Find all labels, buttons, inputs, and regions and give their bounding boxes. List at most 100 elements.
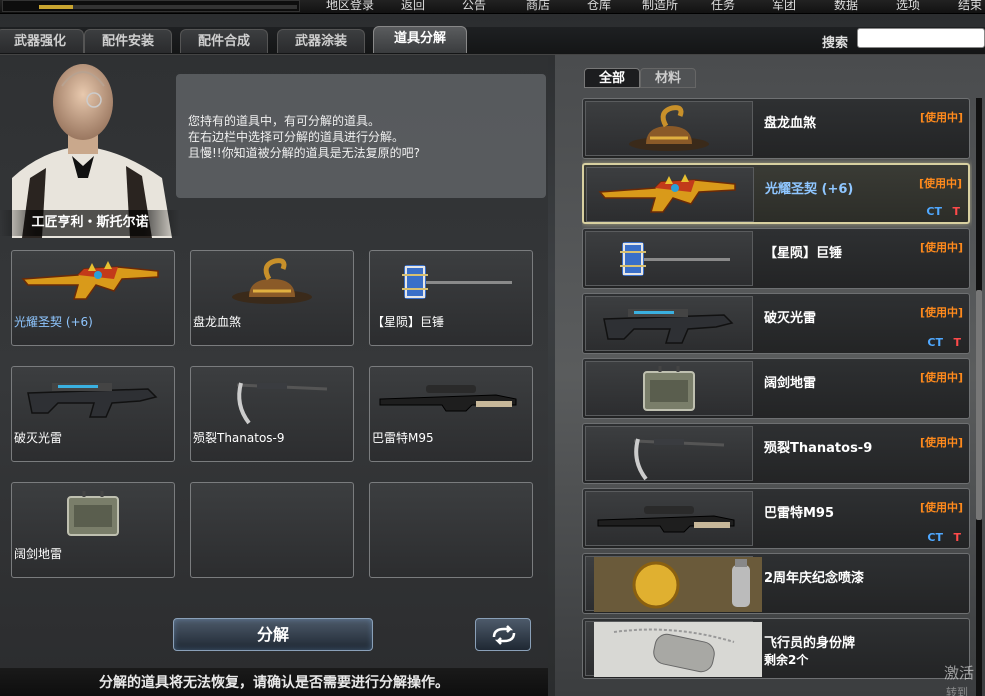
- inventory-item[interactable]: 盘龙血煞 [使用中]: [582, 98, 970, 159]
- sniper-icon: [376, 371, 526, 425]
- ct-mark: CT: [927, 531, 943, 544]
- in-use-badge: [使用中]: [919, 501, 963, 514]
- slot-label: 殒裂Thanatos-9: [193, 431, 285, 445]
- in-use-badge: [使用中]: [919, 306, 963, 319]
- decompose-slot[interactable]: 破灭光雷: [11, 366, 175, 462]
- xp-track: [39, 5, 297, 9]
- search-label: 搜索: [822, 36, 849, 51]
- mine-icon: [585, 361, 753, 416]
- refresh-icon: [492, 625, 516, 645]
- inventory-item[interactable]: 2周年庆纪念喷漆: [582, 553, 970, 614]
- t-mark: T: [953, 336, 961, 349]
- item-name: 2周年庆纪念喷漆: [764, 571, 865, 586]
- nav-announce[interactable]: 公告: [462, 0, 486, 13]
- item-name: 光耀圣契 (+6): [765, 182, 854, 197]
- nav-options[interactable]: 选项: [896, 0, 920, 13]
- tab-all[interactable]: 全部: [584, 68, 640, 88]
- nav-warehouse[interactable]: 仓库: [587, 0, 611, 13]
- rifle-gold-icon: [18, 255, 168, 309]
- inventory-item[interactable]: 光耀圣契 (+6) [使用中] CT T: [582, 163, 970, 224]
- inventory-item[interactable]: 阔剑地雷 [使用中]: [582, 358, 970, 419]
- xp-bar: [2, 0, 300, 12]
- in-use-badge: [使用中]: [919, 241, 963, 254]
- heavy-gun-icon: [18, 371, 168, 425]
- watermark-line-2: 转到: [946, 686, 968, 696]
- tab-materials[interactable]: 材料: [640, 68, 696, 88]
- item-count: 剩余2个: [764, 653, 809, 667]
- slot-label: 【星陨】巨锤: [372, 315, 445, 329]
- decompose-slot[interactable]: 殒裂Thanatos-9: [190, 366, 354, 462]
- decompose-slot[interactable]: 盘龙血煞: [190, 250, 354, 346]
- decompose-slot[interactable]: 阔剑地雷: [11, 482, 175, 578]
- ct-mark: CT: [926, 205, 942, 218]
- item-name: 殒裂Thanatos-9: [764, 441, 873, 456]
- decompose-button[interactable]: 分解: [173, 618, 373, 651]
- slot-label: 光耀圣契 (+6): [14, 315, 93, 329]
- nav-back[interactable]: 返回: [401, 0, 425, 13]
- dog-tag-icon: [585, 621, 762, 677]
- inventory-item[interactable]: 飞行员的身份牌 剩余2个: [582, 618, 970, 679]
- rifle-gold-icon: [586, 167, 754, 222]
- heavy-gun-icon: [585, 296, 753, 351]
- in-use-badge: [使用中]: [919, 436, 963, 449]
- t-mark: T: [953, 531, 961, 544]
- npc-name: 工匠亨利・斯托尔诺: [0, 210, 180, 236]
- ct-mark: CT: [927, 336, 943, 349]
- nav-clan[interactable]: 军团: [772, 0, 796, 13]
- item-name: 飞行员的身份牌: [764, 636, 856, 651]
- dragon-hat-icon: [197, 255, 347, 309]
- t-mark: T: [952, 205, 960, 218]
- nav-data[interactable]: 数据: [834, 0, 858, 13]
- scythe-icon: [197, 371, 347, 425]
- dialog-line-3: 且慢!!你知道被分解的道具是无法复原的吧?: [188, 146, 420, 160]
- nav-shop[interactable]: 商店: [526, 0, 550, 13]
- tab-attachment-install[interactable]: 配件安装: [84, 29, 172, 53]
- spray-coin-icon: [585, 556, 762, 612]
- decompose-slot[interactable]: [190, 482, 354, 578]
- tab-attachment-combine[interactable]: 配件合成: [180, 29, 268, 53]
- hammer-icon: [376, 255, 526, 309]
- dialog-line-1: 您持有的道具中，有可分解的道具。: [188, 114, 381, 128]
- tab-weapon-enhance[interactable]: 武器强化: [0, 29, 84, 53]
- inventory-item[interactable]: 破灭光雷 [使用中] CT T: [582, 293, 970, 354]
- decompose-slot[interactable]: 巴雷特M95: [369, 366, 533, 462]
- nav-region-login[interactable]: 地区登录: [326, 0, 374, 13]
- top-bar: 地区登录 返回 公告 商店 仓库 制造所 任务 军团 数据 选项 结束: [0, 0, 985, 14]
- item-name: 阔剑地雷: [764, 376, 817, 391]
- inventory-scrollbar[interactable]: [976, 98, 982, 696]
- sniper-icon: [585, 491, 753, 546]
- in-use-badge: [使用中]: [918, 177, 962, 190]
- dialog-line-2: 在右边栏中选择可分解的道具进行分解。: [188, 130, 405, 144]
- mine-icon: [18, 487, 168, 541]
- npc-dialog: 您持有的道具中，有可分解的道具。 在右边栏中选择可分解的道具进行分解。 且慢!!…: [176, 74, 546, 198]
- in-use-badge: [使用中]: [919, 371, 963, 384]
- inventory-list: 盘龙血煞 [使用中] 光耀圣契 (+6) [使用中] CT T 【星陨】巨锤 [使用中] 破灭光…: [582, 98, 972, 696]
- scrollbar-thumb[interactable]: [976, 290, 982, 520]
- nav-mission[interactable]: 任务: [711, 0, 735, 13]
- slot-label: 阔剑地雷: [14, 547, 63, 561]
- in-use-badge: [使用中]: [919, 111, 963, 124]
- hammer-icon: [585, 231, 753, 286]
- scythe-icon: [585, 426, 753, 481]
- tab-weapon-paint[interactable]: 武器涂装: [277, 29, 365, 53]
- nav-workshop[interactable]: 制造所: [642, 0, 678, 13]
- decompose-slot[interactable]: 光耀圣契 (+6): [11, 250, 175, 346]
- inventory-item[interactable]: 巴雷特M95 [使用中] CT T: [582, 488, 970, 549]
- item-name: 破灭光雷: [764, 311, 817, 326]
- item-name: 【星陨】巨锤: [764, 246, 843, 261]
- slot-label: 巴雷特M95: [372, 431, 434, 445]
- decompose-slot[interactable]: [369, 482, 533, 578]
- nav-exit[interactable]: 结束: [958, 0, 982, 13]
- item-name: 巴雷特M95: [764, 506, 835, 521]
- slot-label: 破灭光雷: [14, 431, 63, 445]
- tab-item-decompose[interactable]: 道具分解: [373, 26, 467, 53]
- inventory-item[interactable]: 殒裂Thanatos-9 [使用中]: [582, 423, 970, 484]
- watermark-line-1: 激活: [944, 664, 975, 682]
- inventory-item[interactable]: 【星陨】巨锤 [使用中]: [582, 228, 970, 289]
- refresh-button[interactable]: [475, 618, 531, 651]
- dragon-hat-icon: [585, 101, 753, 156]
- decompose-slot[interactable]: 【星陨】巨锤: [369, 250, 533, 346]
- item-name: 盘龙血煞: [764, 116, 817, 131]
- xp-fill: [39, 5, 73, 9]
- search-input[interactable]: [857, 28, 985, 48]
